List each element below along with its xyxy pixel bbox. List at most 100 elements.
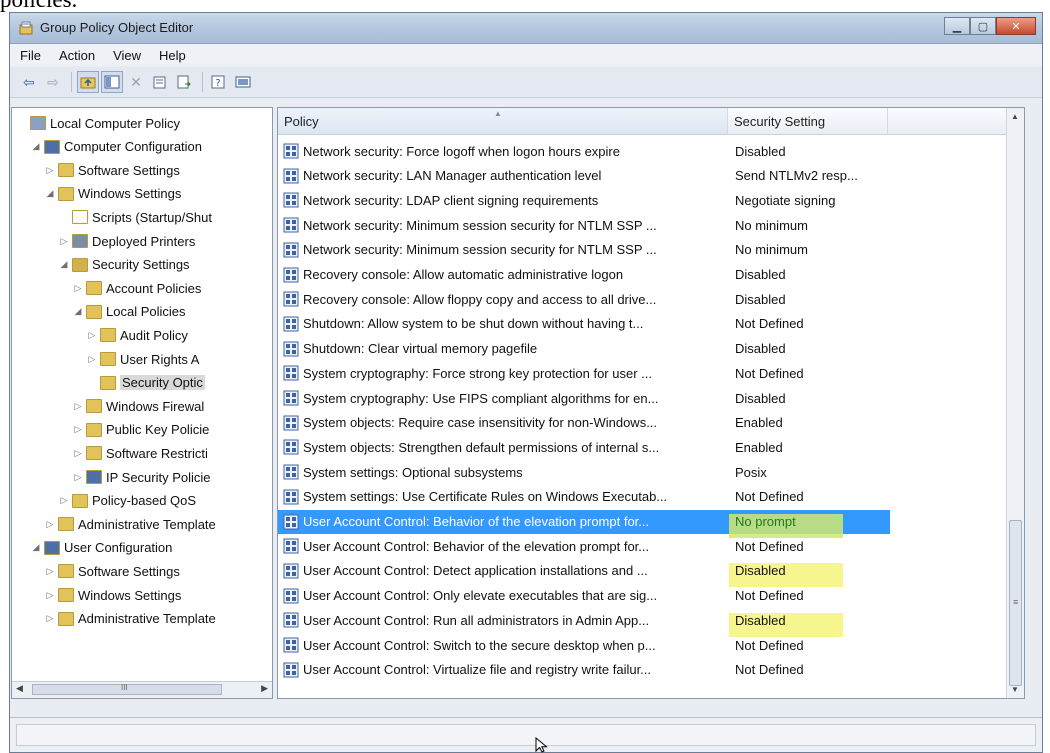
tree-node[interactable]: ◢ Windows Settings xyxy=(44,183,182,205)
console-tree: Local Computer Policy ◢ Computer Configura… xyxy=(11,107,273,699)
tree-node[interactable]: ▷ Policy-based QoS xyxy=(58,490,197,512)
tree-node[interactable]: ▷ Deployed Printers xyxy=(58,230,196,252)
policy-row[interactable]: User Account Control: Behavior of the el… xyxy=(278,534,890,558)
setting-value: Not Defined xyxy=(735,588,804,604)
expand-arrow-icon[interactable]: ▷ xyxy=(72,283,84,294)
policy-row[interactable]: Network security: LAN Manager authentica… xyxy=(278,164,890,188)
expand-arrow-icon[interactable]: ▷ xyxy=(72,448,84,459)
policy-row[interactable]: System cryptography: Force strong key pr… xyxy=(278,361,890,385)
title-bar[interactable]: Group Policy Object Editor ▁ ▢ ✕ xyxy=(10,13,1042,44)
vertical-scroll-thumb[interactable]: ≡ xyxy=(1009,520,1022,686)
tree-node[interactable]: ▷ Software Settings xyxy=(44,560,180,582)
tree-node[interactable]: ◢ Local Policies xyxy=(72,301,186,323)
policy-row[interactable]: System settings: Use Certificate Rules o… xyxy=(278,485,890,509)
vertical-scrollbar[interactable]: ▲ ≡ ▼ xyxy=(1006,108,1024,698)
expand-arrow-icon[interactable]: ▷ xyxy=(44,590,56,601)
expand-arrow-icon[interactable]: ▷ xyxy=(44,519,56,530)
scroll-up-icon[interactable]: ▲ xyxy=(1011,112,1019,121)
tree-node[interactable]: ◢ User Configuration xyxy=(30,537,173,559)
close-button[interactable]: ✕ xyxy=(996,17,1036,35)
policy-security-setting: No prompt xyxy=(729,514,885,538)
tree-node[interactable]: ▷ Windows Settings xyxy=(44,584,182,606)
expand-arrow-icon[interactable]: ▷ xyxy=(72,401,84,412)
policy-row[interactable]: Network security: Minimum session securi… xyxy=(278,238,890,262)
expand-arrow-icon[interactable]: ▷ xyxy=(86,354,98,365)
minimize-button[interactable]: ▁ xyxy=(944,17,970,35)
list-header: Policy ▲ Security Setting xyxy=(278,108,1006,135)
policy-row[interactable]: Recovery console: Allow automatic admini… xyxy=(278,263,890,287)
tree-node[interactable]: Scripts (Startup/Shut xyxy=(58,206,212,228)
column-header-security-setting[interactable]: Security Setting xyxy=(728,108,888,134)
scroll-left-icon[interactable]: ◀ xyxy=(16,683,23,694)
properties-button[interactable] xyxy=(149,71,171,93)
policy-row[interactable]: System objects: Strengthen default permi… xyxy=(278,435,890,459)
tree-node[interactable]: ▷ Administrative Template xyxy=(44,513,216,535)
tree-node[interactable]: ▷ User Rights A xyxy=(86,348,200,370)
policy-row[interactable]: User Account Control: Behavior of the el… xyxy=(278,509,890,538)
tree-node[interactable]: Security Optic xyxy=(86,372,205,394)
expand-arrow-icon[interactable]: ▷ xyxy=(72,424,84,435)
policy-row[interactable]: Network security: Force logoff when logo… xyxy=(278,139,890,163)
tree-node[interactable]: ◢ Security Settings xyxy=(58,254,190,276)
horizontal-scroll-thumb[interactable]: III xyxy=(32,683,222,695)
scroll-down-icon[interactable]: ▼ xyxy=(1011,685,1019,694)
policy-row[interactable]: Recovery console: Allow floppy copy and … xyxy=(278,287,890,311)
collapse-arrow-icon[interactable]: ◢ xyxy=(58,259,70,270)
policy-row[interactable]: System objects: Require case insensitivi… xyxy=(278,411,890,435)
tree-node-label: Windows Firewal xyxy=(106,398,205,414)
policy-row[interactable]: Shutdown: Clear virtual memory pagefile D… xyxy=(278,337,890,361)
expand-arrow-icon[interactable]: ▷ xyxy=(58,495,70,506)
policy-row[interactable]: Network security: LDAP client signing re… xyxy=(278,188,890,212)
menu-help[interactable]: Help xyxy=(157,47,188,64)
policy-security-setting: No minimum xyxy=(729,242,885,257)
up-folder-button[interactable] xyxy=(77,71,99,93)
expand-arrow-icon[interactable]: ▷ xyxy=(44,165,56,176)
tree-node[interactable]: ▷ Software Restricti xyxy=(72,442,208,464)
policy-row[interactable]: User Account Control: Only elevate execu… xyxy=(278,584,890,608)
expand-arrow-icon[interactable]: ▷ xyxy=(44,566,56,577)
policy-row[interactable]: System settings: Optional subsystems Posi… xyxy=(278,460,890,484)
delete-button[interactable]: ✕ xyxy=(125,71,147,93)
maximize-button[interactable]: ▢ xyxy=(970,17,996,35)
back-button[interactable]: ⇦ xyxy=(18,71,40,93)
console-view-button[interactable] xyxy=(232,71,254,93)
tree-node[interactable]: ▷ Public Key Policie xyxy=(72,419,210,441)
policy-row[interactable]: Network security: Minimum session securi… xyxy=(278,213,890,237)
policy-row[interactable]: Shutdown: Allow system to be shut down w… xyxy=(278,312,890,336)
expand-arrow-icon[interactable]: ▷ xyxy=(86,330,98,341)
menu-file[interactable]: File xyxy=(18,47,43,64)
collapse-arrow-icon[interactable]: ◢ xyxy=(30,542,42,553)
expand-arrow-icon[interactable]: ▷ xyxy=(72,472,84,483)
menu-view[interactable]: View xyxy=(111,47,143,64)
tree-node[interactable]: ▷ Administrative Template xyxy=(44,608,216,630)
tree-node[interactable]: ▷ IP Security Policie xyxy=(72,466,211,488)
menu-action[interactable]: Action xyxy=(57,47,97,64)
collapse-arrow-icon[interactable]: ◢ xyxy=(44,188,56,199)
export-list-button[interactable] xyxy=(173,71,195,93)
policy-row[interactable]: System cryptography: Use FIPS compliant … xyxy=(278,386,890,410)
scroll-right-icon[interactable]: ▶ xyxy=(261,683,268,694)
expand-arrow-icon[interactable]: ▷ xyxy=(44,613,56,624)
tree-node[interactable]: ▷ Software Settings xyxy=(44,159,180,181)
policy-row[interactable]: User Account Control: Run all administra… xyxy=(278,608,890,637)
tree-node[interactable]: ▷ Windows Firewal xyxy=(72,395,205,417)
tree-node[interactable]: ◢ Computer Configuration xyxy=(30,136,203,158)
svg-text:?: ? xyxy=(215,78,220,89)
collapse-arrow-icon[interactable]: ◢ xyxy=(72,306,84,317)
tree-node[interactable]: ▷ Audit Policy xyxy=(86,324,188,346)
column-header-empty[interactable] xyxy=(888,108,1008,134)
show-hide-tree-button[interactable] xyxy=(101,71,123,93)
horizontal-scrollbar[interactable]: ◀ III ▶ xyxy=(12,681,272,698)
help-button[interactable]: ? xyxy=(208,71,230,93)
folder-icon xyxy=(58,611,74,626)
policy-row[interactable]: User Account Control: Virtualize file an… xyxy=(278,658,890,682)
column-header-policy[interactable]: Policy xyxy=(278,108,728,134)
policy-row[interactable]: User Account Control: Switch to the secu… xyxy=(278,633,890,657)
expand-arrow-icon[interactable]: ▷ xyxy=(58,236,70,247)
policy-row[interactable]: User Account Control: Detect application… xyxy=(278,559,890,588)
tree-node[interactable]: ▷ Account Policies xyxy=(72,277,202,299)
collapse-arrow-icon[interactable]: ◢ xyxy=(30,141,42,152)
delete-icon: ✕ xyxy=(130,73,142,90)
forward-button[interactable]: ⇨ xyxy=(42,71,64,93)
tree-node[interactable]: Local Computer Policy xyxy=(16,112,180,134)
